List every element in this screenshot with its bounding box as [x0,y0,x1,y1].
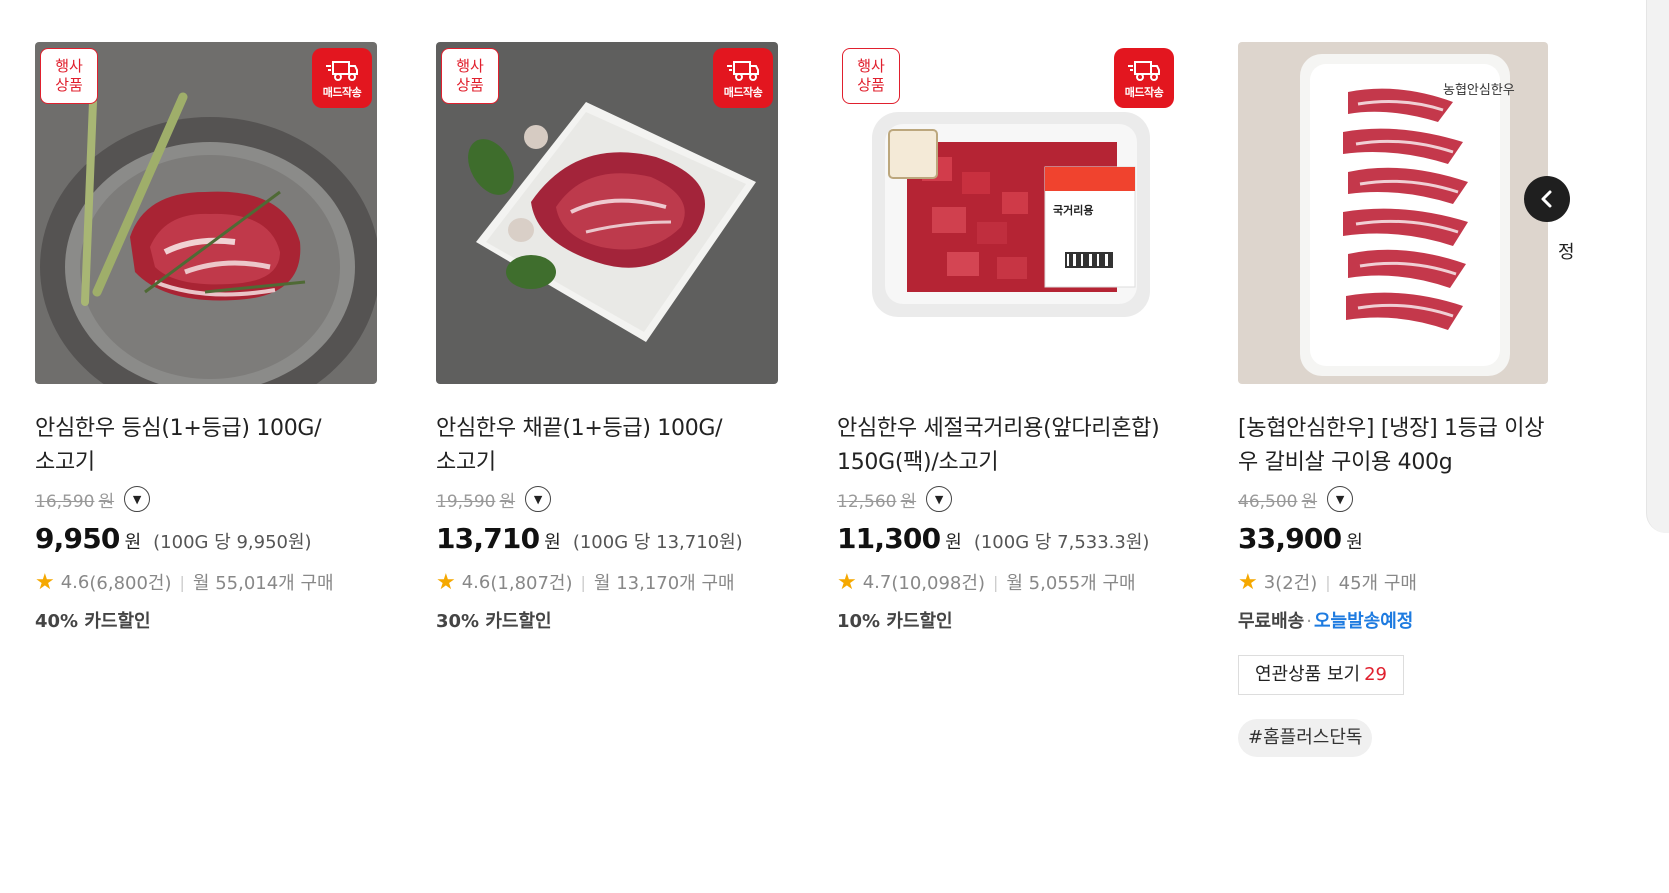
card-discount: 10% 카드할인 [837,611,953,632]
product-card[interactable]: 행사 상품 매드작송 안심한우 채끝(1+등급) 100G/소고기 19,590… [436,42,778,633]
price-info-toggle-icon[interactable]: ▼ [926,486,953,512]
price-info-toggle-icon[interactable]: ▼ [1327,486,1354,512]
sale-price: 13,710 [436,522,540,555]
delivery-badge: 매드작송 [1114,48,1174,108]
original-price: 46,500 원 [1238,491,1318,512]
rating-value: 4.6 [461,571,491,593]
card-discount: 30% 카드할인 [436,611,552,632]
price-unit: 원 [544,532,561,553]
divider: | [1325,572,1331,592]
delivery-badge: 매드작송 [713,48,773,108]
unit-price: (100G 당 7,533.3원) [973,532,1150,553]
original-price: 19,590 원 [436,491,516,512]
free-shipping-label: 무료배송 [1238,611,1305,632]
unit-price: (100G 당 9,950원) [153,532,312,553]
product-title[interactable]: 안심한우 채끝(1+등급) 100G/소고기 [436,412,778,480]
review-count: (10,098건) [891,573,985,594]
delivery-badge-label: 매드작송 [723,86,763,99]
rating-value: 3 [1263,571,1276,593]
package-label: 국거리용 [1053,203,1093,217]
delivery-badge-label: 매드작송 [322,86,362,99]
monthly-purchase: 월 13,170개 구매 [593,573,735,594]
divider: | [179,572,185,592]
side-panel-text: 정 [1558,242,1575,263]
price-unit: 원 [124,532,142,553]
truck-icon [326,61,358,81]
price-info-toggle-icon[interactable]: ▼ [525,486,552,512]
product-title[interactable]: 안심한우 등심(1+등급) 100G/소고기 [35,412,377,480]
truck-icon [727,61,759,81]
chevron-left-icon [1541,190,1552,208]
hashtag-chip[interactable]: #홈플러스단독 [1238,719,1373,757]
event-product-badge: 행사 상품 [40,48,98,104]
related-products-label: 연관상품 보기 [1255,664,1361,685]
sale-price: 33,900 [1238,522,1342,555]
product-image[interactable]: 행사 상품 매드작송 [436,42,778,384]
galbi-plate-image: 농협안심한우 [1238,42,1548,384]
star-icon: ★ [35,569,55,595]
rating-value: 4.7 [862,571,892,593]
sale-price: 9,950 [35,522,120,555]
original-price: 12,560 원 [837,491,917,512]
original-price: 16,590 원 [35,491,115,512]
carousel-prev-button[interactable] [1524,176,1570,222]
event-product-badge: 행사 상품 [441,48,499,104]
delivery-badge: 매드작송 [312,48,372,108]
star-icon: ★ [1238,569,1258,595]
event-badge-label: 행사 상품 [55,57,83,94]
event-product-badge: 행사 상품 [842,48,900,104]
dot-separator: · [1306,611,1312,632]
product-image[interactable]: 국거리용 행사 상품 매드작송 [837,42,1179,384]
review-count: (2건) [1275,573,1318,594]
rating-value: 4.6 [60,571,90,593]
product-title[interactable]: [농협안심한우] [냉장] 1등급 이상 우 갈비살 구이용 400g [1238,412,1548,480]
shipping-info: 무료배송 · 오늘발송예정 [1238,607,1548,633]
today-shipping-label: 오늘발송예정 [1313,611,1414,632]
side-panel [1646,0,1669,533]
brand-watermark: 농협안심한우 [1443,83,1515,98]
sale-price: 11,300 [837,522,941,555]
product-image[interactable]: 행사 상품 매드작송 [35,42,377,384]
divider: | [992,572,999,592]
price-info-toggle-icon[interactable]: ▼ [124,486,151,512]
monthly-purchase: 월 5,055개 구매 [1006,573,1136,594]
delivery-badge-label: 매드작송 [1124,86,1164,99]
monthly-purchase: 45개 구매 [1338,573,1417,594]
star-icon: ★ [837,569,857,595]
product-title[interactable]: 안심한우 세절국거리용(앞다리혼합) 150G(팩)/소고기 [837,412,1179,480]
related-products-count: 29 [1364,664,1387,685]
price-unit: 원 [1346,532,1363,553]
review-count: (6,800건) [89,573,172,594]
review-count: (1,807건) [490,573,573,594]
related-products-button[interactable]: 연관상품 보기 29 [1238,655,1404,695]
truck-icon [1128,61,1160,81]
product-card[interactable]: 행사 상품 매드작송 안심한우 등심(1+등급) 100G/소고기 16,590… [35,42,377,633]
monthly-purchase: 월 55,014개 구매 [192,573,334,594]
card-discount: 40% 카드할인 [35,611,151,632]
unit-price: (100G 당 13,710원) [572,532,743,553]
product-card[interactable]: 국거리용 행사 상품 매드작송 안심한우 세절국거리용(앞다리혼합) 150G(… [837,42,1179,633]
product-image[interactable]: 농협안심한우 [1238,42,1548,384]
product-card[interactable]: 농협안심한우 [농협안심한우] [냉장] 1등급 이상 우 갈비살 구이용 40… [1238,42,1548,757]
price-unit: 원 [945,532,962,553]
event-badge-label: 행사 상품 [456,57,484,94]
divider: | [580,572,586,592]
event-badge-label: 행사 상품 [857,57,885,94]
star-icon: ★ [436,569,456,595]
